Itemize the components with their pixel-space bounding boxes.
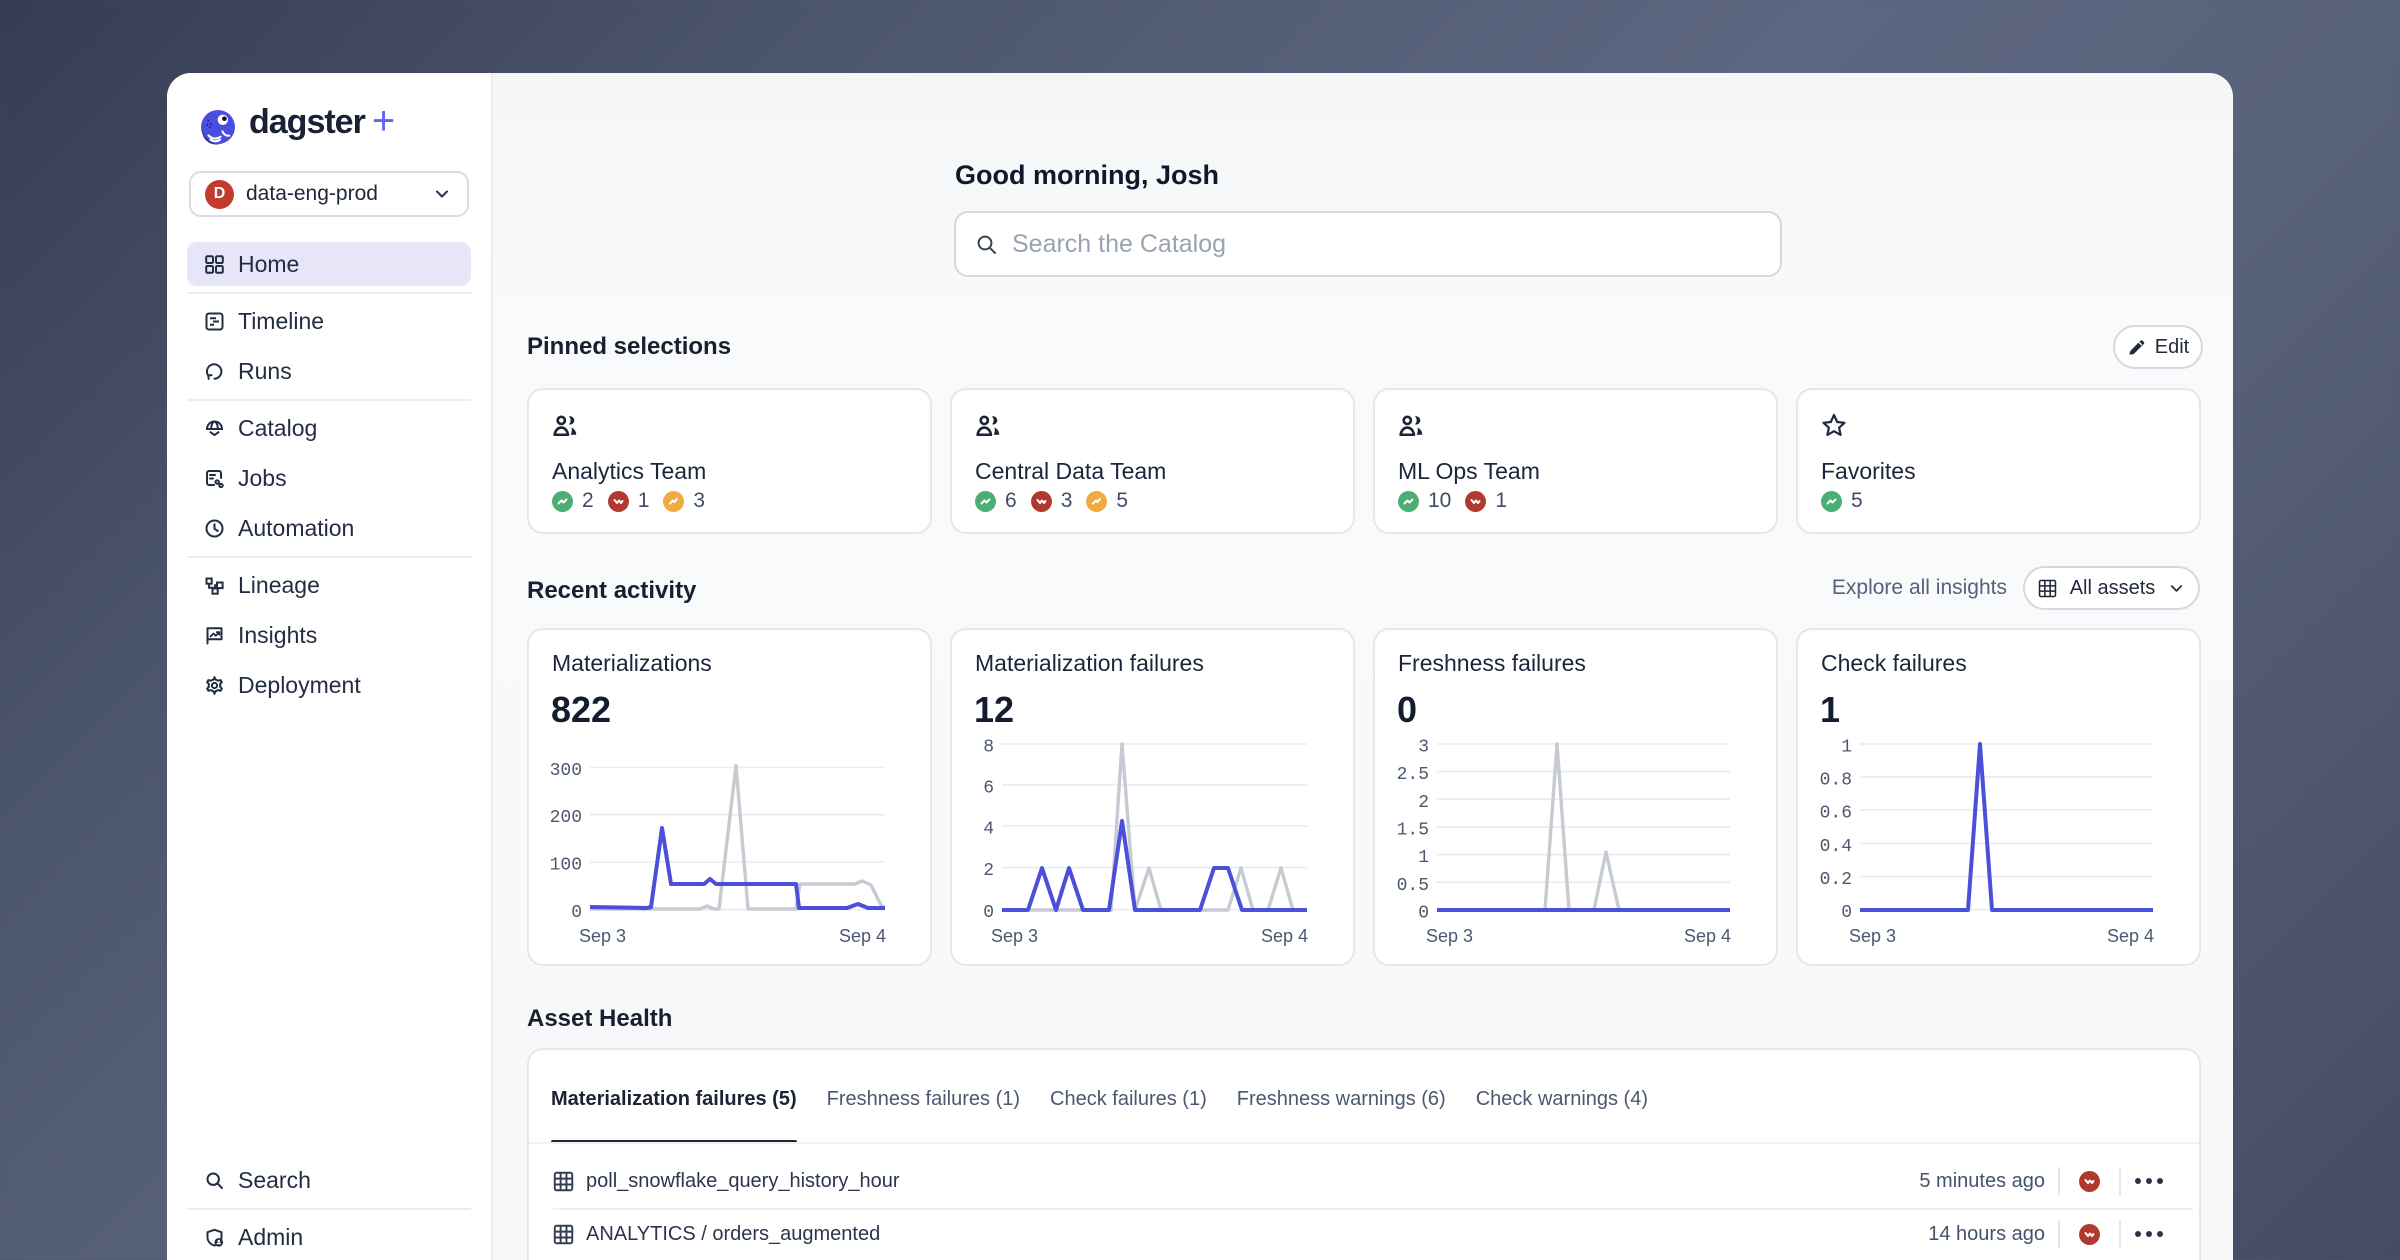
svg-text:1: 1 bbox=[1418, 848, 1429, 868]
svg-text:2: 2 bbox=[983, 861, 994, 881]
svg-text:200: 200 bbox=[550, 808, 582, 828]
svg-text:Sep 4: Sep 4 bbox=[1261, 926, 1308, 946]
svg-text:0.8: 0.8 bbox=[1820, 771, 1852, 791]
svg-text:0.5: 0.5 bbox=[1397, 876, 1429, 896]
svg-text:0.6: 0.6 bbox=[1820, 804, 1852, 824]
svg-text:1.5: 1.5 bbox=[1397, 821, 1429, 841]
svg-text:Sep 3: Sep 3 bbox=[1426, 926, 1473, 946]
svg-text:0: 0 bbox=[571, 903, 582, 923]
svg-text:0.4: 0.4 bbox=[1820, 837, 1852, 857]
svg-text:0: 0 bbox=[983, 903, 994, 923]
svg-text:0.2: 0.2 bbox=[1820, 870, 1852, 890]
svg-text:0: 0 bbox=[1418, 904, 1429, 924]
svg-text:0: 0 bbox=[1841, 903, 1852, 923]
svg-text:300: 300 bbox=[550, 761, 582, 781]
svg-text:Sep 4: Sep 4 bbox=[2107, 926, 2154, 946]
svg-text:2: 2 bbox=[1418, 793, 1429, 813]
svg-text:Sep 4: Sep 4 bbox=[1684, 926, 1731, 946]
svg-text:1: 1 bbox=[1841, 738, 1852, 758]
svg-text:2.5: 2.5 bbox=[1397, 765, 1429, 785]
svg-text:3: 3 bbox=[1418, 738, 1429, 758]
svg-text:6: 6 bbox=[983, 779, 994, 799]
svg-text:100: 100 bbox=[550, 856, 582, 876]
svg-text:Sep 3: Sep 3 bbox=[579, 926, 626, 946]
svg-text:Sep 4: Sep 4 bbox=[839, 926, 886, 946]
svg-text:4: 4 bbox=[983, 820, 994, 840]
svg-text:Sep 3: Sep 3 bbox=[991, 926, 1038, 946]
svg-text:Sep 3: Sep 3 bbox=[1849, 926, 1896, 946]
svg-text:8: 8 bbox=[983, 738, 994, 758]
